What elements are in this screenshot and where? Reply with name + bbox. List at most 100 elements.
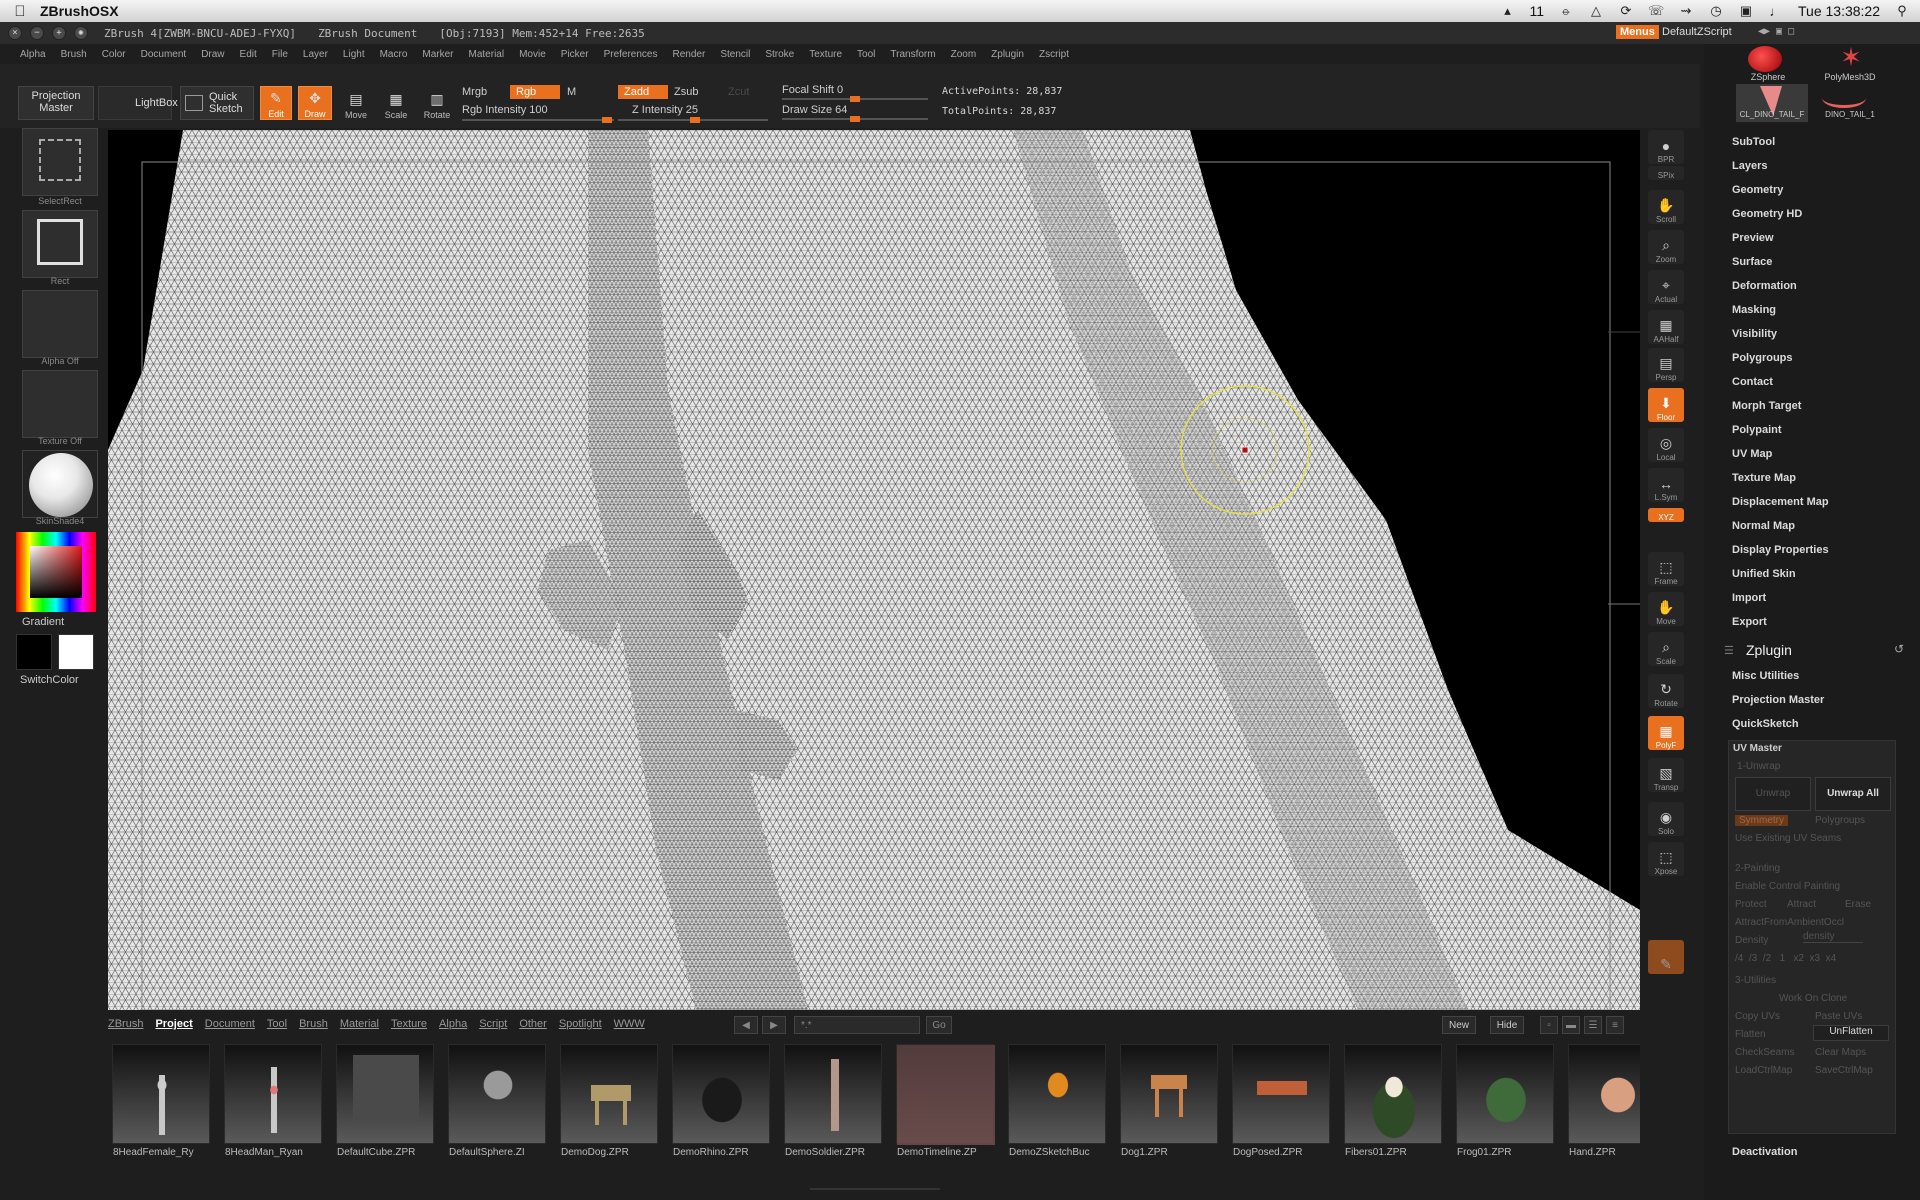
zadd-button[interactable]: Zadd (618, 85, 668, 99)
flatten-button[interactable]: Flatten (1735, 1029, 1766, 1040)
menu-file[interactable]: File (272, 49, 288, 60)
filter-input[interactable]: *.* (794, 1016, 920, 1034)
material-button[interactable] (22, 450, 98, 518)
shelf-rotate-button[interactable]: ↻ Rotate (1648, 674, 1684, 708)
enable-control-painting-toggle[interactable]: Enable Control Painting (1735, 881, 1840, 892)
menu-preferences[interactable]: Preferences (604, 49, 658, 60)
palette-visibility[interactable]: Visibility (1732, 328, 1777, 340)
file-thumbnail[interactable]: DemoDog.ZPR (560, 1044, 659, 1158)
palette-surface[interactable]: Surface (1732, 256, 1772, 268)
shelf-persp-button[interactable]: ▤ Persp (1648, 348, 1684, 382)
rgb-intensity-handle[interactable] (602, 117, 612, 123)
palette-geometry-hd[interactable]: Geometry HD (1732, 208, 1802, 220)
prev-page-button[interactable]: ◀ (734, 1016, 758, 1034)
document-canvas[interactable] (108, 130, 1640, 1010)
default-zscript-button[interactable]: DefaultZScript (1662, 26, 1732, 38)
focal-shift-slider[interactable] (782, 96, 928, 102)
subtool-polymesh-label[interactable]: PolyMesh3D (1810, 72, 1890, 82)
zplugin-header[interactable]: ☰ Zplugin ↺ (1724, 642, 1914, 664)
shelf-floor-button[interactable]: ⬇ Floor (1648, 388, 1684, 422)
spotlight-search-icon[interactable]: ⚲ (1894, 3, 1910, 19)
tab-www[interactable]: WWW (614, 1018, 645, 1030)
menu-movie[interactable]: Movie (519, 49, 546, 60)
uv-master-title[interactable]: UV Master (1733, 743, 1782, 754)
apple-icon[interactable]:  (0, 3, 40, 20)
rotate-mode-button[interactable]: ▥ Rotate (420, 86, 454, 120)
menus-toggle-button[interactable]: Menus (1616, 25, 1659, 39)
zcut-button[interactable]: Zcut (728, 86, 749, 98)
menu-edit[interactable]: Edit (240, 49, 257, 60)
palette-masking[interactable]: Masking (1732, 304, 1776, 316)
rgb-button[interactable]: Rgb (510, 85, 560, 99)
tab-brush[interactable]: Brush (299, 1018, 328, 1030)
save-ctrl-map-button[interactable]: SaveCtrlMap (1815, 1065, 1873, 1076)
help-icon[interactable]: ⦵ (1558, 3, 1574, 19)
view-list-icon[interactable]: ☰ (1584, 1016, 1602, 1034)
menu-marker[interactable]: Marker (422, 49, 453, 60)
m-button[interactable]: M (567, 86, 576, 98)
tab-tool[interactable]: Tool (267, 1018, 287, 1030)
erase-button[interactable]: Erase (1845, 899, 1871, 910)
lightbox-button[interactable]: LightBox (98, 86, 178, 120)
phone-icon[interactable]: ☏ (1648, 3, 1664, 19)
misc-utilities-item[interactable]: Misc Utilities (1732, 670, 1799, 682)
density-presets[interactable]: /4 /3 /2 1 x2 x3 x4 (1735, 953, 1836, 964)
file-thumbnail[interactable]: DemoSoldier.ZPR (784, 1044, 883, 1158)
rgb-intensity-slider[interactable] (462, 117, 614, 123)
tab-alpha[interactable]: Alpha (439, 1018, 467, 1030)
input-icon[interactable]: ▴ (1499, 3, 1515, 19)
file-thumbnail[interactable]: DemoRhino.ZPR (672, 1044, 771, 1158)
quick-sketch-button[interactable]: Quick Sketch (180, 86, 254, 120)
shelf-transp-button[interactable]: ▧ Transp (1648, 758, 1684, 792)
menu-macro[interactable]: Macro (380, 49, 408, 60)
file-thumbnail[interactable]: 8HeadFemale_Ry (112, 1044, 211, 1158)
select-rect-button[interactable] (22, 128, 98, 196)
file-thumbnail[interactable]: Hand.ZPR (1568, 1044, 1640, 1158)
subtool-zsphere-label[interactable]: ZSphere (1728, 72, 1808, 82)
attract-button[interactable]: Attract (1787, 899, 1816, 910)
edit-mode-button[interactable]: ✎ Edit (260, 86, 292, 120)
tab-zbrush[interactable]: ZBrush (108, 1018, 143, 1030)
layout-arrows-icon[interactable]: ◀▶ ▣ □ (1758, 26, 1794, 37)
menu-zplugin[interactable]: Zplugin (991, 49, 1024, 60)
app-name[interactable]: ZBrushOSX (40, 3, 119, 19)
view-detail-icon[interactable]: ≡ (1606, 1016, 1624, 1034)
palette-unified-skin[interactable]: Unified Skin (1732, 568, 1796, 580)
symmetry-toggle[interactable]: Symmetry (1735, 815, 1788, 826)
deactivation-item[interactable]: Deactivation (1732, 1146, 1797, 1158)
menu-light[interactable]: Light (343, 49, 365, 60)
tab-material[interactable]: Material (340, 1018, 379, 1030)
shelf-xpose-button[interactable]: ⬚ Xpose (1648, 842, 1684, 876)
palette-layers[interactable]: Layers (1732, 160, 1767, 172)
color-picker[interactable] (16, 532, 96, 612)
shelf-local-button[interactable]: ◎ Local (1648, 428, 1684, 462)
mrgb-button[interactable]: Mrgb (462, 86, 487, 98)
tab-script[interactable]: Script (479, 1018, 507, 1030)
draw-size-handle[interactable] (850, 116, 860, 122)
shelf-lsym-button[interactable]: ↔ L.Sym (1648, 468, 1684, 502)
projection-master-button[interactable]: Projection Master (18, 86, 94, 120)
wifi-icon[interactable]: △ (1588, 3, 1604, 19)
file-thumbnail[interactable]: DogPosed.ZPR (1232, 1044, 1331, 1158)
shelf-move-button[interactable]: ✋ Move (1648, 592, 1684, 626)
next-page-button[interactable]: ▶ (762, 1016, 786, 1034)
close-icon[interactable]: × (8, 26, 22, 40)
unwrap-button[interactable]: Unwrap (1735, 777, 1811, 811)
texture-button[interactable] (22, 370, 98, 438)
palette-normal-map[interactable]: Normal Map (1732, 520, 1795, 532)
file-thumbnail[interactable]: 8HeadMan_Ryan (224, 1044, 323, 1158)
shelf-aahalf-button[interactable]: ▦ AAHalf (1648, 310, 1684, 344)
menu-tool[interactable]: Tool (857, 49, 875, 60)
draw-size-slider[interactable] (782, 116, 928, 122)
time-machine-icon[interactable]: ◷ (1708, 3, 1724, 19)
zplugin-refresh-icon[interactable]: ↺ (1894, 642, 1904, 656)
palette-display-properties[interactable]: Display Properties (1732, 544, 1829, 556)
mesh-viewport[interactable] (108, 130, 1640, 1010)
alpha-button[interactable] (22, 290, 98, 358)
palette-contact[interactable]: Contact (1732, 376, 1773, 388)
shelf-scroll-button[interactable]: ✋ Scroll (1648, 190, 1684, 224)
shelf-frame-button[interactable]: ⬚ Frame (1648, 552, 1684, 586)
palette-texture-map[interactable]: Texture Map (1732, 472, 1796, 484)
subtool-dino-tail-label[interactable]: DINO_TAIL_1 (1810, 110, 1890, 119)
shelf-bpr-button[interactable]: ● BPR (1648, 130, 1684, 164)
